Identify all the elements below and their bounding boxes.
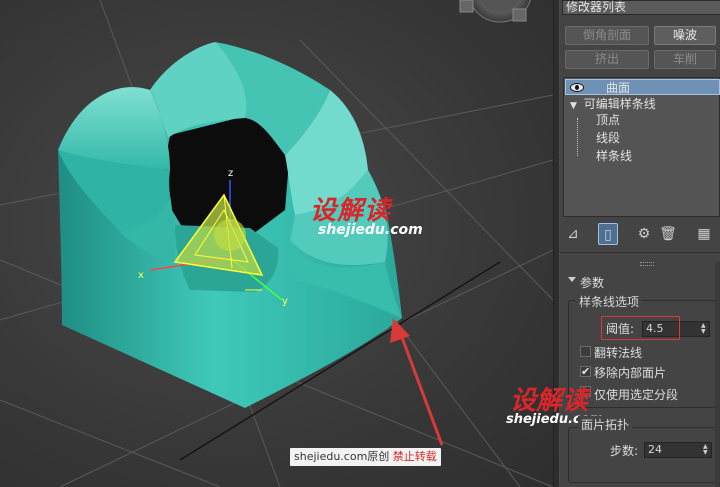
modify-panel: 修改器列表 倒角剖面 噪波 挤出 车削 曲面 ▼ 可编辑样条线 顶点 线段 样条…: [506, 0, 720, 487]
rollout-collapse-icon[interactable]: [568, 277, 576, 282]
stack-item-label: 可编辑样条线: [583, 97, 656, 111]
credit-forbid: 禁止转载: [392, 450, 437, 463]
scene-render: [0, 0, 553, 487]
modifier-stack[interactable]: 曲面 ▼ 可编辑样条线 顶点 线段 样条线: [563, 77, 720, 217]
show-end-result-icon[interactable]: ▯: [598, 223, 618, 245]
remove-interior-checkbox[interactable]: ✔: [580, 365, 591, 378]
make-unique-icon[interactable]: ⚙: [634, 223, 654, 245]
credit-original: 原创: [367, 450, 390, 463]
axis-label-y: y: [282, 296, 288, 307]
stack-item-spline[interactable]: 样条线: [596, 148, 632, 164]
watermark-url: shejiedu.com: [318, 222, 423, 238]
panel-scrollbar[interactable]: [715, 262, 720, 487]
flip-normals-label: 翻转法线: [594, 346, 643, 360]
axis-label-z: z: [228, 168, 234, 179]
modifier-list-dropdown[interactable]: 修改器列表: [562, 0, 720, 15]
noise-button[interactable]: 噪波: [654, 26, 716, 45]
triangle-down-icon[interactable]: ▼: [570, 101, 577, 111]
stack-item-surface[interactable]: 曲面: [565, 79, 720, 95]
credit-site: shejiedu.com: [294, 450, 368, 463]
lathe-button[interactable]: 车削: [654, 50, 716, 69]
rollout-grip[interactable]: [640, 262, 654, 266]
stack-item-editable-spline[interactable]: ▼ 可编辑样条线: [570, 96, 656, 112]
patch-topology-label: 面片拓扑: [578, 416, 633, 433]
stack-item-segment[interactable]: 线段: [596, 130, 620, 146]
perspective-viewport[interactable]: z x y 设解读 shejiedu.com shejiedu.com原创 禁止…: [0, 0, 553, 487]
configure-sets-icon[interactable]: ▦: [694, 223, 714, 245]
remove-modifier-icon[interactable]: 🗑: [658, 223, 678, 245]
eye-icon[interactable]: [570, 83, 584, 92]
params-rollout-title[interactable]: 参数: [580, 274, 604, 291]
steps-input[interactable]: 24 ▲ ▼: [644, 442, 712, 458]
extrude-button[interactable]: 挤出: [565, 50, 649, 69]
chamfer-profile-button[interactable]: 倒角剖面: [565, 26, 649, 45]
stack-item-label: 曲面: [606, 81, 631, 95]
viewcube[interactable]: [459, 0, 532, 23]
highlight-box: [601, 316, 680, 340]
flip-normals-checkbox[interactable]: [580, 346, 591, 357]
annotation-arrow: [390, 318, 444, 446]
pin-stack-icon[interactable]: ⊿: [563, 223, 583, 245]
credit-label: shejiedu.com原创 禁止转载: [290, 448, 441, 466]
use-selected-segments-label: 仅使用选定分段: [594, 388, 679, 402]
steps-value: 24: [648, 443, 662, 456]
remove-interior-label: 移除内部面片: [594, 366, 667, 380]
tree-line: [577, 118, 578, 156]
separator: [560, 252, 720, 253]
spline-options-label: 样条线选项: [576, 293, 643, 310]
axis-label-x: x: [138, 270, 144, 281]
stack-item-vertex[interactable]: 顶点: [596, 112, 620, 128]
spinner-icon[interactable]: ▲ ▼: [703, 444, 709, 456]
steps-label: 步数:: [610, 444, 639, 458]
spinner-icon[interactable]: ▲ ▼: [701, 323, 707, 335]
